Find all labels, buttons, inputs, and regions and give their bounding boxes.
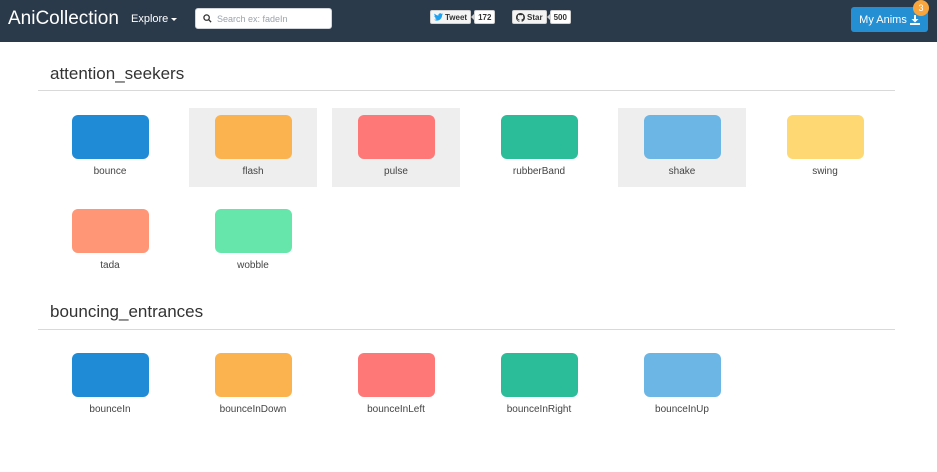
animation-label: bounceInUp (655, 404, 709, 415)
animation-preview-swatch[interactable] (215, 353, 292, 397)
animation-tile-tada[interactable]: tada (46, 202, 174, 281)
animation-tile-rubberband[interactable]: rubberBand (475, 108, 603, 187)
search-box[interactable] (195, 8, 332, 29)
animation-preview-swatch[interactable] (215, 115, 292, 159)
brand-logo[interactable]: AniCollection (8, 8, 119, 30)
animation-tile-bounceinup[interactable]: bounceInUp (618, 346, 746, 425)
animation-tile-bounceinright[interactable]: bounceInRight (475, 346, 603, 425)
animation-preview-swatch[interactable] (787, 115, 864, 159)
caret-down-icon (171, 18, 178, 21)
animation-preview-swatch[interactable] (72, 209, 149, 253)
search-input[interactable] (217, 13, 325, 24)
animation-preview-swatch[interactable] (72, 115, 149, 159)
animation-label: bounceIn (89, 404, 131, 415)
animation-label: wobble (237, 260, 269, 271)
animation-tile-pulse[interactable]: pulse (332, 108, 460, 187)
animation-preview-swatch[interactable] (72, 353, 149, 397)
animation-tile-wobble[interactable]: wobble (189, 202, 317, 281)
animation-label: bounce (93, 166, 127, 177)
tweet-count[interactable]: 172 (471, 10, 496, 24)
download-icon (909, 14, 920, 25)
animation-preview-swatch[interactable] (644, 353, 721, 397)
animation-label: shake (668, 166, 696, 177)
explore-dropdown[interactable]: Explore (131, 13, 178, 25)
animation-label: bounceInLeft (367, 404, 425, 415)
tweet-button[interactable]: Tweet (430, 10, 472, 24)
animation-preview-swatch[interactable] (501, 353, 578, 397)
top-navbar: AniCollection Explore Tweet 172 Star 500 (0, 0, 937, 42)
animation-tile-swing[interactable]: swing (761, 108, 889, 187)
section-title-bouncing-entrances: bouncing_entrances (50, 302, 204, 321)
star-count[interactable]: 500 (546, 10, 571, 24)
animation-label: rubberBand (512, 166, 566, 177)
animation-tile-bounceinleft[interactable]: bounceInLeft (332, 346, 460, 425)
animation-tile-bounceindown[interactable]: bounceInDown (189, 346, 317, 425)
animation-label: bounceInRight (506, 404, 572, 415)
animation-label: tada (100, 260, 120, 271)
my-anims-label: My Anims (859, 13, 907, 26)
animation-preview-swatch[interactable] (215, 209, 292, 253)
animation-preview-swatch[interactable] (358, 353, 435, 397)
animation-label: flash (242, 166, 264, 177)
twitter-bird-icon (434, 13, 443, 21)
my-anims-count-badge: 3 (913, 0, 929, 16)
section-divider (38, 90, 895, 91)
animation-label: swing (812, 166, 838, 177)
animation-tile-shake[interactable]: shake (618, 108, 746, 187)
tweet-widget: Tweet 172 (430, 10, 496, 24)
animation-label: bounceInDown (219, 404, 287, 415)
explore-label: Explore (131, 13, 169, 25)
github-star-widget: Star 500 (512, 10, 571, 24)
section-divider (38, 329, 895, 330)
search-icon (203, 14, 212, 23)
animation-tile-flash[interactable]: flash (189, 108, 317, 187)
animation-preview-swatch[interactable] (501, 115, 578, 159)
github-icon (516, 12, 525, 22)
animation-tile-bounce[interactable]: bounce (46, 108, 174, 187)
animation-preview-swatch[interactable] (644, 115, 721, 159)
animation-preview-swatch[interactable] (358, 115, 435, 159)
section-title-attention-seekers: attention_seekers (50, 64, 185, 83)
star-button[interactable]: Star (512, 10, 547, 24)
animation-tile-bouncein[interactable]: bounceIn (46, 346, 174, 425)
tweet-label: Tweet (445, 12, 468, 22)
animation-label: pulse (384, 166, 408, 177)
star-label: Star (527, 12, 543, 22)
